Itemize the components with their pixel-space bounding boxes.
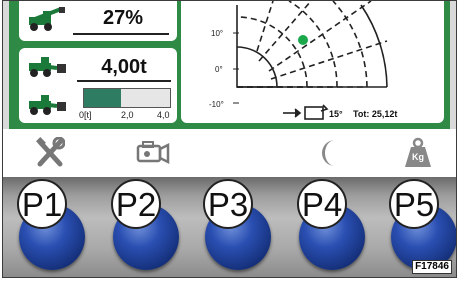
display-screen: 27% 4,00t 0[t] 2,0 4,0 10° 0° -10° 15° T… bbox=[9, 1, 450, 129]
figure-id: F17846 bbox=[412, 260, 452, 274]
control-panel: 27% 4,00t 0[t] 2,0 4,0 10° 0° -10° 15° T… bbox=[2, 0, 457, 278]
y-tick-0: 0° bbox=[215, 65, 223, 74]
telehandler-load-icon bbox=[29, 57, 66, 77]
load-chart: 10° 0° -10° 15° Tot: 25,12t bbox=[209, 1, 397, 120]
weight-icon-label: Kg bbox=[412, 152, 424, 162]
moon-icon bbox=[322, 140, 335, 166]
camera-icon bbox=[136, 141, 170, 165]
gauge-tick-0: 0[t] bbox=[79, 110, 92, 120]
y-tick-10: 10° bbox=[211, 29, 223, 38]
button-label-p3: P3 bbox=[203, 179, 253, 229]
button-label-p5: P5 bbox=[389, 179, 439, 229]
tools-icon bbox=[36, 137, 65, 167]
load-percent-card: 27% bbox=[19, 1, 177, 41]
button-label-p1: P1 bbox=[17, 179, 67, 229]
function-icon-row bbox=[3, 129, 456, 179]
load-weight-underline bbox=[77, 80, 171, 82]
gauge-tick-2: 2,0 bbox=[121, 110, 134, 120]
load-weight-value: 4,00t bbox=[101, 56, 147, 78]
tilt-value: 15° bbox=[329, 109, 343, 119]
load-chart-grid bbox=[236, 1, 388, 88]
load-chart-card: 10° 0° -10° 15° Tot: 25,12t bbox=[181, 1, 444, 123]
load-gauge-fill bbox=[84, 89, 121, 107]
button-label-p2: P2 bbox=[111, 179, 161, 229]
weight-kg-icon: Kg bbox=[403, 137, 433, 169]
total-weight: Tot: 25,12t bbox=[353, 109, 397, 119]
telehandler-load-small-icon bbox=[29, 95, 66, 115]
load-chart-marker bbox=[298, 35, 308, 45]
telehandler-icon bbox=[29, 7, 65, 31]
gauge-tick-4: 4,0 bbox=[157, 110, 170, 120]
load-percent-value: 27% bbox=[102, 7, 144, 29]
tilt-arrow-icon bbox=[283, 104, 329, 120]
load-gauge bbox=[83, 88, 171, 108]
y-tick-neg10: -10° bbox=[209, 100, 224, 109]
load-weight-card: 4,00t 0[t] 2,0 4,0 bbox=[19, 48, 177, 123]
load-percent-underline bbox=[73, 33, 169, 35]
button-label-p4: P4 bbox=[297, 179, 347, 229]
